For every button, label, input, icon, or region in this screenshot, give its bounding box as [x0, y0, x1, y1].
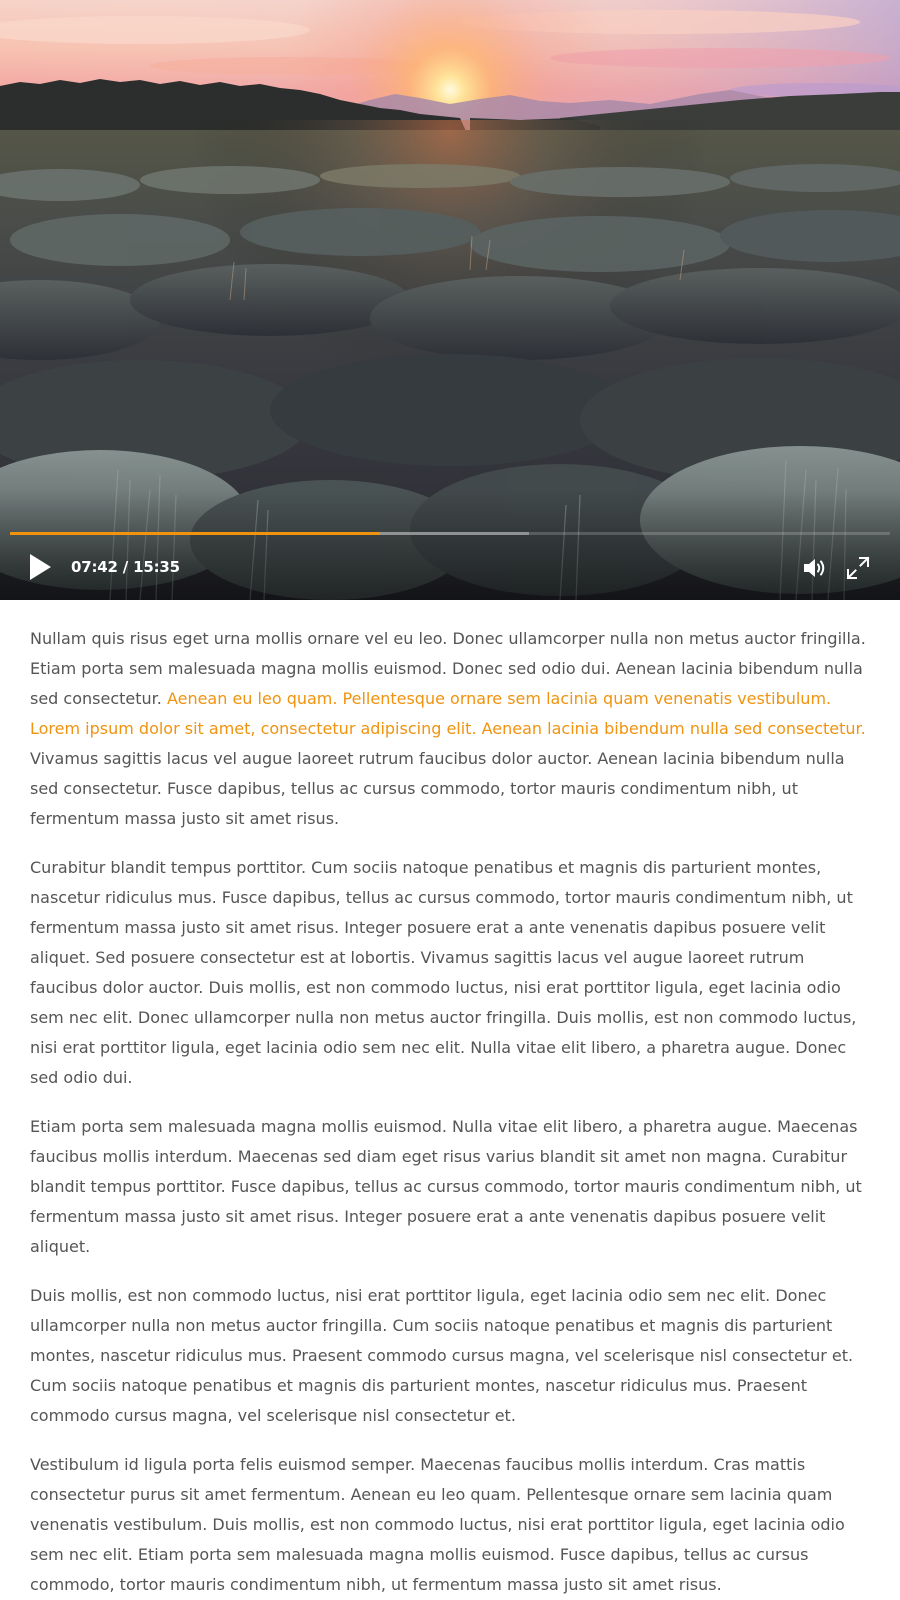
controls-overlay — [0, 490, 900, 600]
video-player[interactable]: 07:42 / 15:35 — [0, 0, 900, 600]
paragraph: Nullam quis risus eget urna mollis ornar… — [30, 624, 872, 834]
current-time: 07:42 — [71, 558, 118, 576]
play-icon — [30, 554, 51, 580]
article-body: Nullam quis risus eget urna mollis ornar… — [0, 600, 900, 1600]
fullscreen-button[interactable] — [843, 554, 873, 582]
volume-button[interactable] — [800, 554, 830, 582]
play-button[interactable] — [24, 550, 56, 584]
paragraph: Vestibulum id ligula porta felis euismod… — [30, 1455, 845, 1594]
progress-played — [10, 532, 380, 535]
paragraph: Etiam porta sem malesuada magna mollis e… — [30, 1117, 862, 1256]
duration: 15:35 — [133, 558, 180, 576]
paragraph-text: Vivamus sagittis lacus vel augue laoreet… — [30, 749, 845, 828]
time-separator: / — [122, 558, 129, 576]
time-display: 07:42 / 15:35 — [71, 558, 180, 576]
paragraph: Duis mollis, est non commodo luctus, nis… — [30, 1286, 854, 1425]
progress-bar[interactable] — [10, 532, 890, 535]
volume-icon — [804, 559, 825, 577]
paragraph: Curabitur blandit tempus porttitor. Cum … — [30, 858, 857, 1087]
fullscreen-icon — [846, 556, 870, 580]
